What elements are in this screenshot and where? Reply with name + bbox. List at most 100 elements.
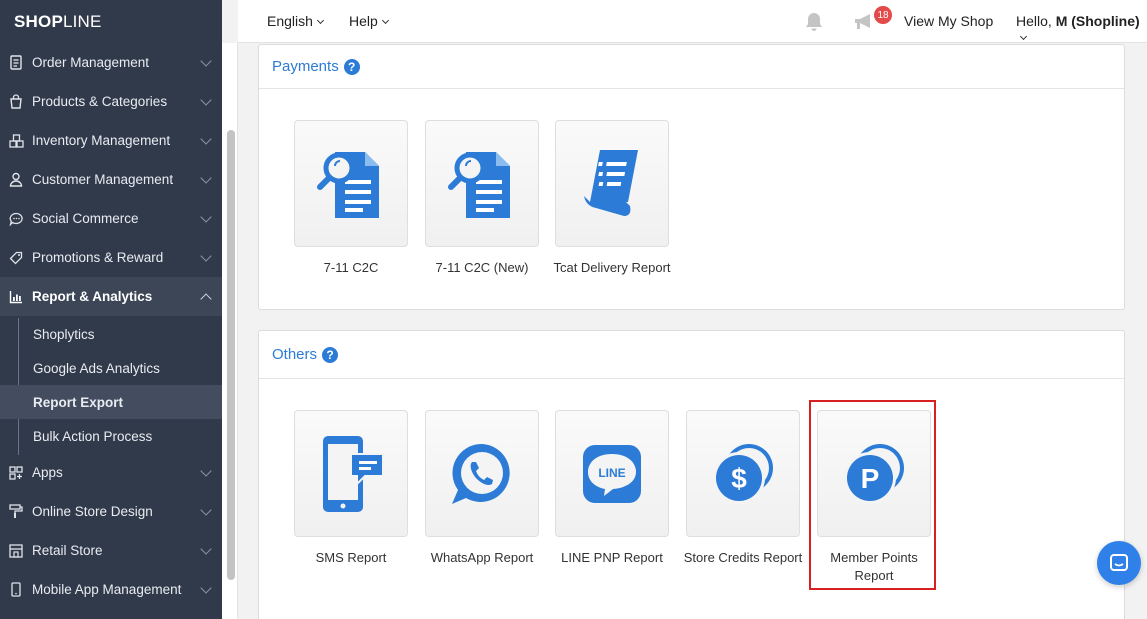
sidebar-item-customer[interactable]: Customer Management	[0, 160, 222, 199]
report-card-711-c2c[interactable]: 7-11 C2C	[286, 120, 416, 277]
language-selector[interactable]: English	[267, 13, 324, 29]
chevron-down-icon	[200, 55, 212, 67]
user-icon	[8, 172, 24, 188]
user-greeting[interactable]: Hello, M (Shopline)	[1016, 13, 1147, 45]
chevron-down-icon	[200, 465, 212, 477]
panel-title: Payments	[272, 58, 339, 75]
report-card-label: 7-11 C2C (New)	[435, 260, 529, 275]
report-card-label: Store Credits Report	[683, 550, 803, 565]
report-tile[interactable]	[294, 410, 408, 537]
sidebar-item-label: Apps	[32, 465, 63, 480]
sidebar-item-products[interactable]: Products & Categories	[0, 82, 222, 121]
receipt-icon	[584, 149, 638, 216]
sidebar-item-mobile-app[interactable]: Mobile App Management	[0, 570, 222, 609]
topbar: English Help 18 View My Shop Hello, M (S…	[238, 0, 1147, 43]
svg-text:LINE: LINE	[598, 466, 625, 480]
report-card-tcat-delivery[interactable]: Tcat Delivery Report	[547, 120, 677, 277]
apps-icon	[8, 465, 24, 481]
boxes-icon	[8, 133, 24, 149]
scrollbar[interactable]	[222, 43, 238, 619]
svg-text:$: $	[731, 463, 747, 494]
sidebar-item-label: Retail Store	[32, 543, 103, 558]
paint-roller-icon	[8, 504, 24, 520]
sidebar-item-label: Report & Analytics	[32, 289, 153, 304]
report-tile[interactable]: LINE	[555, 410, 669, 537]
coins-dollar-icon: $	[713, 443, 773, 504]
report-tile[interactable]	[425, 120, 539, 247]
phone-message-icon	[323, 435, 384, 512]
sidebar-item-order-management[interactable]: Order Management	[0, 43, 222, 82]
chart-icon	[8, 289, 24, 305]
panel-header: Payments ?	[259, 45, 1124, 89]
sidebar-subitem-shoplytics[interactable]: Shoplytics	[0, 317, 222, 351]
report-card-label: WhatsApp Report	[430, 550, 534, 565]
sidebar-item-label: Online Store Design	[32, 504, 153, 519]
sidebar-item-label: Social Commerce	[32, 211, 139, 226]
help-menu[interactable]: Help	[349, 13, 389, 29]
sidebar-subitem-bulk-action[interactable]: Bulk Action Process	[0, 419, 222, 453]
report-card-sms[interactable]: SMS Report	[286, 410, 416, 567]
chat-icon	[1110, 554, 1128, 571]
sidebar-item-social-commerce[interactable]: Social Commerce	[0, 199, 222, 238]
caret-down-icon	[381, 16, 389, 25]
view-my-shop-link[interactable]: View My Shop	[904, 13, 993, 29]
report-card-label: Tcat Delivery Report	[553, 260, 671, 275]
mobile-icon	[8, 582, 24, 598]
caret-down-icon	[1019, 32, 1028, 41]
shopping-bag-icon	[8, 94, 24, 110]
report-card-label: SMS Report	[315, 550, 387, 565]
sidebar-item-label: Customer Management	[32, 172, 174, 187]
sidebar-item-inventory[interactable]: Inventory Management	[0, 121, 222, 160]
whatsapp-icon	[452, 443, 510, 504]
chevron-down-icon	[200, 582, 212, 594]
highlight-box	[809, 400, 936, 590]
report-card-whatsapp[interactable]: WhatsApp Report	[417, 410, 547, 567]
sidebar-item-label: Mobile App Management	[32, 582, 182, 597]
chevron-up-icon	[200, 293, 212, 305]
shopline-logo[interactable]: SHOP LINE	[0, 0, 222, 43]
sidebar-item-promotions[interactable]: Promotions & Reward	[0, 238, 222, 277]
document-search-icon	[448, 151, 510, 218]
sidebar-subitem-google-ads[interactable]: Google Ads Analytics	[0, 351, 222, 385]
sidebar-item-label: Inventory Management	[32, 133, 171, 148]
report-tile[interactable]: $	[686, 410, 800, 537]
report-card-label: 7-11 C2C	[323, 260, 379, 275]
sidebar-item-report-analytics[interactable]: Report & Analytics	[0, 277, 222, 316]
chat-support-button[interactable]	[1097, 541, 1141, 585]
report-tile[interactable]	[294, 120, 408, 247]
panel-title: Others	[272, 346, 318, 363]
report-card-label: LINE PNP Report	[561, 550, 663, 565]
bell-icon[interactable]	[804, 11, 824, 35]
sidebar-item-apps[interactable]: Apps	[0, 453, 222, 492]
report-tile[interactable]	[555, 120, 669, 247]
tag-icon	[8, 250, 24, 266]
sidebar: SHOP LINE Order Management Products & Cat…	[0, 0, 222, 619]
main-content: Payments ? 7-11 C2C 7-11 C2C (New) Tcat …	[238, 43, 1147, 619]
chevron-down-icon	[200, 543, 212, 555]
sidebar-item-retail-store[interactable]: Retail Store	[0, 531, 222, 570]
chat-bubble-icon	[8, 211, 24, 227]
chevron-down-icon	[200, 94, 212, 106]
report-card-line-pnp[interactable]: LINE LINE PNP Report	[547, 410, 677, 567]
chevron-down-icon	[200, 504, 212, 516]
sidebar-subitem-report-export[interactable]: Report Export	[0, 385, 222, 419]
sidebar-item-online-store-design[interactable]: Online Store Design	[0, 492, 222, 531]
sidebar-item-label: Products & Categories	[32, 94, 168, 109]
chevron-down-icon	[200, 133, 212, 145]
store-icon	[8, 543, 24, 559]
report-card-store-credits[interactable]: $ Store Credits Report	[678, 410, 808, 567]
sidebar-item-label: Promotions & Reward	[32, 250, 164, 265]
notification-badge: 18	[874, 6, 892, 24]
scrollbar-thumb[interactable]	[227, 130, 235, 580]
report-card-711-c2c-new[interactable]: 7-11 C2C (New)	[417, 120, 547, 277]
chevron-down-icon	[200, 172, 212, 184]
caret-down-icon	[316, 16, 324, 25]
chevron-down-icon	[200, 250, 212, 262]
sidebar-item-label: Order Management	[32, 55, 150, 70]
line-icon: LINE	[583, 444, 641, 503]
payments-panel: Payments ? 7-11 C2C 7-11 C2C (New) Tcat …	[258, 44, 1125, 310]
help-question-icon[interactable]: ?	[322, 346, 339, 363]
chevron-down-icon	[200, 211, 212, 223]
help-question-icon[interactable]: ?	[343, 58, 360, 75]
report-tile[interactable]	[425, 410, 539, 537]
